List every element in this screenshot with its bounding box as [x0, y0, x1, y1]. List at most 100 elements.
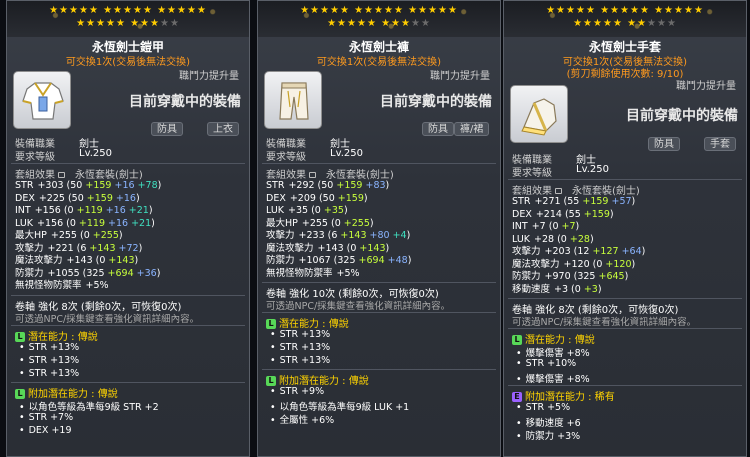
stat-upgrade-label: 職鬥力提升量 [676, 81, 736, 92]
item-tooltip: ★★★★★ ★★★★★ ★★★★★ ★★★★★ ★★★★★ 永恆劍士手套 可交換1次(… [503, 0, 747, 457]
stat-value: ) [369, 218, 374, 229]
stat-name: LUK [512, 234, 531, 245]
additional-potential-value: STR +9% [279, 386, 325, 397]
stat-value: +1055 [47, 268, 80, 279]
stat-value: (0 [343, 243, 360, 254]
additional-potential-value: STR +7% [28, 412, 74, 423]
stat-name: STR [15, 180, 34, 191]
potential-header: L 潛在能力 : 傳說 [512, 331, 595, 346]
potential-value: STR +13% [279, 355, 331, 366]
category-tag: 防具 [648, 137, 680, 151]
legendary-grade-icon: L [512, 335, 522, 345]
stat-value: ) [609, 209, 614, 220]
npc-hint: 可透過NPC/採集鍵查看強化資訊詳細內容。 [15, 314, 200, 325]
divider [11, 163, 245, 164]
stat-name: LUK [266, 205, 285, 216]
stat-line: 無視怪物防禦率 +5% [266, 268, 360, 280]
stat-line: LUK +156 (0 +119 +16 +21) [15, 218, 155, 230]
stat-value: +271 [534, 196, 561, 207]
stat-value: (0 [327, 218, 344, 229]
stat-value: +119 [78, 218, 105, 229]
stat-value: (0 [63, 218, 79, 229]
potential-line: • 爆擊傷害 +8% [516, 371, 590, 385]
npc-hint: 可透過NPC/採集鍵查看強化資訊詳細內容。 [512, 317, 697, 328]
trade-info: 可交換1次(交易後無法交換) [316, 57, 442, 68]
legendary-grade-icon: L [266, 376, 276, 386]
additional-potential-header: L 附加潛在能力 : 傳說 [266, 372, 369, 387]
stat-value: ) [406, 230, 411, 241]
additional-potential-line: • 以角色等級為準每9級 STR +2 [19, 399, 159, 413]
stat-value: +221 [47, 243, 74, 254]
stat-value: ) [118, 230, 123, 241]
stat-line: LUK +28 (0 +28) [512, 234, 594, 246]
stat-line: 最大HP +255 (0 +255) [15, 230, 123, 242]
lock-icon [309, 172, 316, 178]
potential-value: STR +10% [525, 358, 577, 369]
stat-value: +72 [115, 243, 139, 254]
divider [262, 369, 496, 370]
potential-line: • STR +10% [516, 358, 576, 369]
stat-value: +28 [534, 234, 555, 245]
stat-value: +35 [288, 205, 309, 216]
divider [508, 328, 742, 329]
stat-value: +159 [86, 193, 113, 204]
stat-value: +83 [362, 180, 386, 191]
lock-icon [58, 172, 65, 178]
star-force-row: ★★★★★ ★★★★★ ★★★★★ [49, 5, 207, 16]
item-tooltip: ★★★★★ ★★★★★ ★★★★★ ★★★★★ ★★★★★ 永恆劍士褲 可交換1次(交… [257, 0, 501, 457]
bullet-icon: • [270, 415, 276, 426]
bullet-icon: • [270, 342, 276, 353]
stat-value: +143 [89, 243, 116, 254]
stat-value: ) [641, 246, 646, 257]
stat-value: (0 [308, 205, 324, 216]
bullet-icon: • [19, 342, 25, 353]
equipped-label: 目前穿戴中的裝備 [129, 94, 241, 110]
stat-value: (6 [73, 243, 90, 254]
stat-value: ) [624, 271, 629, 282]
stat-line: 魔法攻擊力 +143 (0 +143) [15, 255, 138, 267]
additional-potential-header: L 附加潛在能力 : 傳說 [15, 385, 118, 400]
potential-line: • STR +13% [19, 355, 79, 366]
stat-value: ) [575, 221, 580, 232]
stat-value: +143 [108, 255, 135, 266]
rare-grade-icon: E [512, 392, 522, 402]
set-effect-label: 套組效果 [512, 182, 565, 197]
stars-filled: ★★★★★ ★★ [573, 18, 648, 29]
stat-line: INT +156 (0 +119 +16 +21) [15, 205, 153, 217]
stat-value: (0 [60, 205, 77, 216]
star-force-row: ★★★★★ ★★★★★ ★★★★★ [300, 5, 458, 16]
equipped-label: 目前穿戴中的裝備 [380, 94, 492, 110]
stat-value: +645 [598, 271, 625, 282]
stars-empty: ★★ [410, 18, 431, 29]
stat-name: INT [15, 205, 31, 216]
stat-line: STR +292 (50 +159 +83) [266, 180, 389, 192]
stat-value: (325 [79, 268, 108, 279]
stat-value: (0 [568, 284, 584, 295]
stat-value: +255 [343, 218, 370, 229]
stat-name: 魔法攻擊力 [266, 243, 314, 254]
stat-value: +16 [105, 218, 129, 229]
stat-value: ) [343, 205, 348, 216]
stat-value: +28 [569, 234, 590, 245]
stat-value: +156 [37, 218, 64, 229]
pants-icon [264, 71, 322, 129]
potential-value: STR +13% [28, 368, 80, 379]
stat-value: ) [135, 193, 140, 204]
required-level-value: Lv.250 [79, 148, 112, 159]
legendary-grade-icon: L [266, 319, 276, 329]
stat-value: (0 [554, 234, 570, 245]
stat-value: +156 [34, 205, 61, 216]
stat-value: (50 [64, 193, 87, 204]
stat-value: +7 [561, 221, 576, 232]
divider [11, 382, 245, 383]
stat-value: +225 [38, 193, 65, 204]
additional-potential-line: • DEX +19 [19, 425, 72, 436]
stat-value: +5% [336, 268, 360, 279]
potential-value: STR +13% [28, 342, 80, 353]
star-force-row: ★★★★★ ★★★★★ [7, 18, 249, 29]
additional-potential-header: E 附加潛在能力 : 稀有 [512, 388, 615, 403]
divider [262, 282, 496, 283]
divider [508, 179, 742, 180]
stat-value: +3 [554, 284, 569, 295]
potential-value: STR +13% [279, 342, 331, 353]
